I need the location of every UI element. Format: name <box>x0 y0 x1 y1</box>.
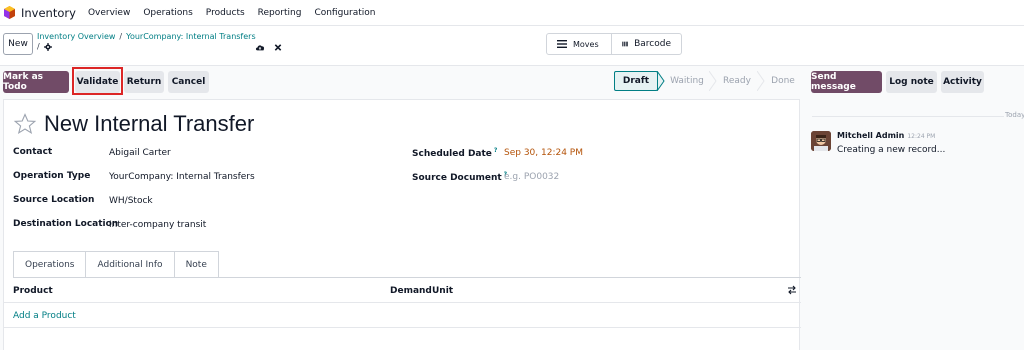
add-product-link[interactable]: Add a Product <box>13 311 76 321</box>
top-navbar: Inventory Overview Operations Products R… <box>0 0 1024 26</box>
scheduled-date-field[interactable]: Sep 30, 12:24 PM <box>504 148 583 158</box>
star-icon[interactable] <box>13 112 37 136</box>
menu-operations[interactable]: Operations <box>143 8 192 18</box>
table-header-divider <box>4 302 801 303</box>
breadcrumb-separator-2: / <box>37 42 40 51</box>
date-divider-label: Today <box>1005 111 1024 119</box>
validate-button[interactable]: Validate <box>75 71 120 93</box>
scheduled-date-label: Scheduled Date? <box>412 147 497 159</box>
stage-draft[interactable]: Draft <box>614 71 658 91</box>
gear-icon[interactable] <box>43 43 52 51</box>
source-location-label: Source Location <box>13 195 95 205</box>
app-name[interactable]: Inventory <box>21 6 76 20</box>
message-body: Creating a new record... <box>837 145 946 155</box>
operation-type-field[interactable]: YourCompany: Internal Transfers <box>109 172 255 182</box>
menu-products[interactable]: Products <box>206 8 245 18</box>
record-save-controls <box>255 43 283 52</box>
date-divider-line <box>812 116 1004 117</box>
source-location-field[interactable]: WH/Stock <box>109 196 153 206</box>
source-document-label: Source Document? <box>412 171 507 183</box>
mark-as-todo-button[interactable]: Mark as Todo <box>3 71 69 93</box>
log-note-button[interactable]: Log note <box>886 71 937 93</box>
form-sheet: New Internal Transfer Contact Abigail Ca… <box>3 99 801 350</box>
help-icon[interactable]: ? <box>494 147 497 154</box>
stage-arrow-icon <box>709 71 717 91</box>
destination-location-field[interactable]: Inter-company transit <box>109 220 206 230</box>
contact-label: Contact <box>13 147 53 157</box>
inventory-app-icon[interactable] <box>4 6 15 19</box>
optional-columns-icon[interactable] <box>787 285 797 295</box>
avatar[interactable] <box>811 131 831 151</box>
main-menu: Overview Operations Products Reporting C… <box>88 8 389 18</box>
stage-arrow-icon <box>757 71 765 91</box>
tab-divider <box>13 277 801 278</box>
list-icon <box>557 40 567 48</box>
menu-configuration[interactable]: Configuration <box>314 8 375 18</box>
activity-button[interactable]: Activity <box>941 71 984 93</box>
cancel-button[interactable]: Cancel <box>168 71 209 93</box>
discard-icon[interactable] <box>273 43 283 52</box>
destination-location-label: Destination Location <box>13 219 119 229</box>
barcode-button[interactable]: Barcode <box>611 34 681 54</box>
column-product[interactable]: Product <box>13 286 53 296</box>
source-document-field[interactable]: e.g. PO0032 <box>504 172 559 182</box>
breadcrumb-inventory-overview[interactable]: Inventory Overview <box>37 32 115 41</box>
tab-additional-info[interactable]: Additional Info <box>85 251 175 277</box>
table-row-divider <box>4 327 801 328</box>
breadcrumb: Inventory Overview / YourCompany: Internal… <box>37 32 256 52</box>
control-panel: New Inventory Overview / YourCompany: Inte… <box>0 26 1024 66</box>
source-document-label-text: Source Document <box>412 173 502 183</box>
menu-overview[interactable]: Overview <box>88 8 130 18</box>
column-demand[interactable]: Demand <box>390 286 432 296</box>
stage-ready[interactable]: Ready <box>717 71 757 91</box>
breadcrumb-separator: / <box>119 32 123 41</box>
new-button[interactable]: New <box>3 33 33 55</box>
notebook-tabs: Operations Additional Info Note <box>13 251 219 277</box>
barcode-label: Barcode <box>634 39 671 49</box>
operation-type-label: Operation Type <box>13 171 91 181</box>
contact-field[interactable]: Abigail Carter <box>109 148 171 158</box>
message-timestamp: 12:24 PM <box>907 133 936 140</box>
stage-done[interactable]: Done <box>765 71 801 91</box>
tab-operations[interactable]: Operations <box>13 251 87 277</box>
cloud-upload-icon[interactable] <box>255 43 265 52</box>
stage-waiting[interactable]: Waiting <box>665 71 709 91</box>
record-title[interactable]: New Internal Transfer <box>44 111 254 137</box>
moves-button[interactable]: Moves <box>547 34 611 54</box>
message-author: Mitchell Admin 12:24 PM <box>837 131 935 140</box>
send-message-button[interactable]: Send message <box>811 71 882 93</box>
menu-reporting[interactable]: Reporting <box>258 8 302 18</box>
breadcrumb-internal-transfers[interactable]: YourCompany: Internal Transfers <box>126 32 256 41</box>
tab-note[interactable]: Note <box>173 251 219 277</box>
column-unit[interactable]: Unit <box>432 286 453 296</box>
scheduled-date-label-text: Scheduled Date <box>412 149 492 159</box>
barcode-icon <box>622 41 629 47</box>
status-bar: Draft Waiting Ready Done <box>614 71 801 91</box>
message-author-name[interactable]: Mitchell Admin <box>837 131 904 140</box>
view-switcher: Moves Barcode <box>546 33 682 55</box>
user-avatar-icon <box>811 131 831 151</box>
stage-arrow-icon <box>657 71 665 91</box>
moves-label: Moves <box>573 39 599 49</box>
return-button[interactable]: Return <box>124 71 164 93</box>
